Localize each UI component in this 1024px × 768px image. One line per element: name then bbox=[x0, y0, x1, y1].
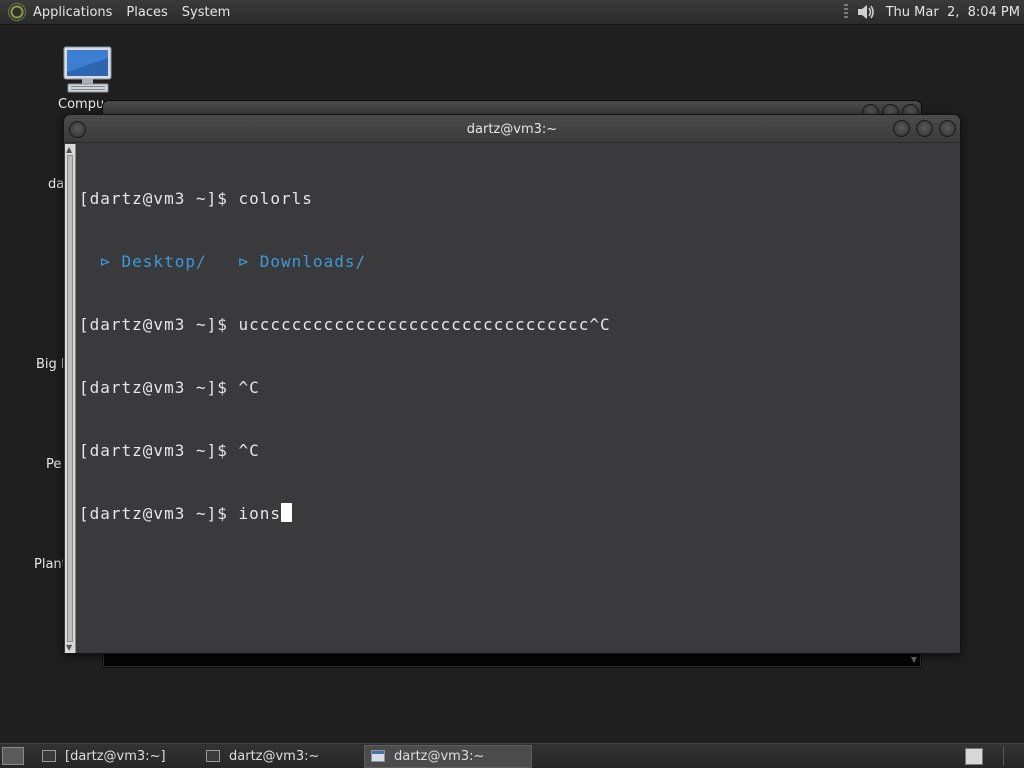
terminal-icon bbox=[206, 750, 220, 762]
desktop-icon-label[interactable]: Plant bbox=[34, 557, 67, 572]
taskbar-item-label: dartz@vm3:~ bbox=[229, 748, 320, 764]
top-panel: Applications Places System Thu Mar 2, 8:… bbox=[0, 0, 1024, 25]
workspace-switcher[interactable] bbox=[965, 747, 983, 765]
window-icon bbox=[371, 750, 385, 762]
bottom-panel: [dartz@vm3:~] dartz@vm3:~ dartz@vm3:~ bbox=[0, 743, 1024, 768]
terminal-line: [dartz@vm3 ~]$ ^C bbox=[79, 378, 260, 397]
menu-places[interactable]: Places bbox=[126, 5, 167, 20]
text-cursor bbox=[281, 503, 293, 522]
terminal-scrollbar[interactable]: ▲ ▼ bbox=[65, 144, 76, 653]
background-window-content bbox=[104, 652, 920, 666]
desktop-icon-label[interactable]: Compu bbox=[58, 97, 104, 112]
desktop-icon-label[interactable]: da bbox=[48, 177, 64, 192]
terminal-line: [dartz@vm3 ~]$ colorls bbox=[79, 189, 313, 208]
terminal-window[interactable]: dartz@vm3:~ ▲ ▼ [dartz@vm3 ~]$ colorls ⊳… bbox=[63, 114, 961, 654]
scroll-down-icon[interactable]: ▼ bbox=[66, 643, 72, 652]
computer-icon[interactable] bbox=[62, 46, 114, 94]
panel-tray: Thu Mar 2, 8:04 PM bbox=[843, 2, 1020, 22]
folder-icon: ⊳ bbox=[206, 252, 260, 271]
minimize-icon[interactable] bbox=[893, 120, 910, 137]
terminal-line: [dartz@vm3 ~]$ ^C bbox=[79, 441, 260, 460]
terminal-icon bbox=[42, 750, 56, 762]
terminal-output[interactable]: [dartz@vm3 ~]$ colorls ⊳ Desktop/ ⊳ Down… bbox=[79, 146, 956, 649]
panel-separator bbox=[1003, 746, 1004, 766]
taskbar-item[interactable]: dartz@vm3:~ bbox=[200, 745, 360, 768]
taskbar-item-active[interactable]: dartz@vm3:~ bbox=[364, 744, 532, 768]
taskbar-item-label: dartz@vm3:~ bbox=[394, 748, 485, 764]
terminal-line: [dartz@vm3 ~]$ ucccccccccccccccccccccccc… bbox=[79, 315, 611, 334]
volume-icon[interactable] bbox=[856, 2, 878, 22]
scrollbar-thumb[interactable] bbox=[67, 155, 73, 642]
taskbar-item-label: [dartz@vm3:~] bbox=[65, 748, 166, 764]
desktop-icon-label[interactable]: Pe bbox=[46, 457, 61, 472]
panel-handle-icon[interactable] bbox=[843, 4, 848, 20]
terminal-titlebar[interactable]: dartz@vm3:~ bbox=[64, 115, 960, 143]
show-desktop-icon[interactable] bbox=[2, 747, 24, 765]
folder-icon: ⊳ bbox=[79, 252, 122, 271]
close-icon[interactable] bbox=[939, 120, 956, 137]
distro-logo-icon[interactable] bbox=[8, 3, 26, 21]
scroll-up-icon[interactable]: ▲ bbox=[66, 145, 72, 154]
dir-entry-desktop: Desktop/ bbox=[121, 252, 207, 271]
taskbar-item[interactable]: [dartz@vm3:~] bbox=[36, 745, 196, 768]
workspace-area bbox=[965, 746, 1018, 766]
terminal-prompt-line[interactable]: [dartz@vm3 ~]$ ions bbox=[79, 503, 956, 524]
window-controls bbox=[893, 120, 956, 137]
clock[interactable]: Thu Mar 2, 8:04 PM bbox=[886, 5, 1020, 20]
dir-entry-downloads: Downloads/ bbox=[259, 252, 367, 271]
menu-system[interactable]: System bbox=[182, 5, 230, 20]
terminal-line: ⊳ Desktop/ ⊳ Downloads/ bbox=[79, 251, 956, 272]
menu-applications[interactable]: Applications bbox=[33, 5, 112, 20]
window-title: dartz@vm3:~ bbox=[466, 122, 558, 137]
prompt-input[interactable]: [dartz@vm3 ~]$ ions bbox=[79, 504, 281, 523]
maximize-icon[interactable] bbox=[916, 120, 933, 137]
scroll-down-icon[interactable]: ▼ bbox=[911, 655, 917, 664]
